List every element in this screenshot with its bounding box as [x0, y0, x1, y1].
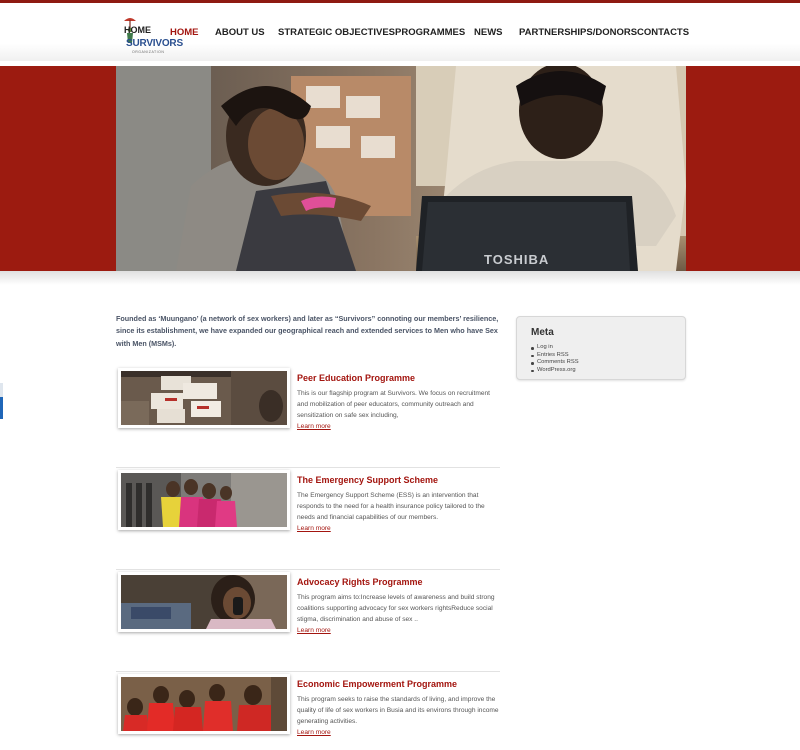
- learn-more-link[interactable]: Learn more: [297, 525, 331, 532]
- programme-title[interactable]: Advocacy Rights Programme: [297, 577, 423, 587]
- thumbnail-image: [121, 473, 287, 527]
- programme-description: This program aims to:Increase levels of …: [297, 594, 495, 624]
- meta-link-wordpress[interactable]: WordPress.org: [531, 367, 579, 375]
- programme-item: The Emergency Support Scheme The Emergen…: [116, 468, 500, 570]
- learn-more-link[interactable]: Learn more: [297, 423, 331, 430]
- programme-thumbnail[interactable]: [118, 572, 290, 632]
- programme-description: This program seeks to raise the standard…: [297, 696, 499, 726]
- programme-title[interactable]: Economic Empowerment Programme: [297, 679, 457, 689]
- meta-link-comments-rss[interactable]: Comments RSS: [531, 359, 579, 367]
- laptop-brand-text: TOSHIBA: [484, 252, 549, 267]
- meta-widget: Meta Log in Entries RSS Comments RSS Wor…: [516, 316, 686, 380]
- meta-link-entries-rss[interactable]: Entries RSS: [531, 352, 579, 360]
- thumbnail-image: [121, 371, 287, 425]
- meta-widget-title: Meta: [531, 327, 554, 338]
- learn-more-link[interactable]: Learn more: [297, 729, 331, 736]
- programme-thumbnail[interactable]: [118, 470, 290, 530]
- nav-partnerships-donors[interactable]: PARTNERSHIPS/DONORS: [519, 27, 637, 38]
- logo-subtitle: ORGANIZATION: [132, 50, 165, 54]
- nav-about-us[interactable]: ABOUT US: [215, 27, 265, 38]
- programme-item: Peer Education Programme This is our fla…: [116, 366, 500, 468]
- programme-title[interactable]: The Emergency Support Scheme: [297, 475, 438, 485]
- thumbnail-image: [121, 677, 287, 731]
- learn-more-link[interactable]: Learn more: [297, 627, 331, 634]
- nav-programmes[interactable]: PROGRAMMES: [395, 27, 465, 38]
- nav-home[interactable]: HOME: [170, 27, 199, 38]
- meta-links: Log in Entries RSS Comments RSS WordPres…: [531, 344, 579, 374]
- programme-description: The Emergency Support Scheme (ESS) is an…: [297, 492, 485, 522]
- programme-thumbnail[interactable]: [118, 368, 290, 428]
- meta-link-log-in[interactable]: Log in: [531, 344, 579, 352]
- programme-title[interactable]: Peer Education Programme: [297, 373, 415, 383]
- hero-image: TOSHIBA: [116, 66, 686, 271]
- nav-contacts[interactable]: CONTACTS: [637, 27, 689, 38]
- main-nav: HOME ABOUT US STRATEGIC OBJECTIVES PROGR…: [0, 27, 800, 41]
- programme-item: Advocacy Rights Programme This program a…: [116, 570, 500, 672]
- nav-strategic-objectives[interactable]: STRATEGIC OBJECTIVES: [278, 27, 395, 38]
- thumbnail-image: [121, 575, 287, 629]
- programme-thumbnail[interactable]: [118, 674, 290, 734]
- nav-news[interactable]: NEWS: [474, 27, 503, 38]
- programme-description: This is our flagship program at Survivor…: [297, 390, 491, 420]
- site-header: HOME SURVIVORS ORGANIZATION HOME ABOUT U…: [0, 3, 800, 61]
- intro-text: Founded as ‘Muungano’ (a network of sex …: [116, 314, 499, 348]
- edge-tab-light: [0, 383, 3, 397]
- programme-item: Economic Empowerment Programme This prog…: [116, 672, 500, 750]
- banner-shadow: [0, 271, 800, 285]
- edge-tab-blue: [0, 397, 3, 419]
